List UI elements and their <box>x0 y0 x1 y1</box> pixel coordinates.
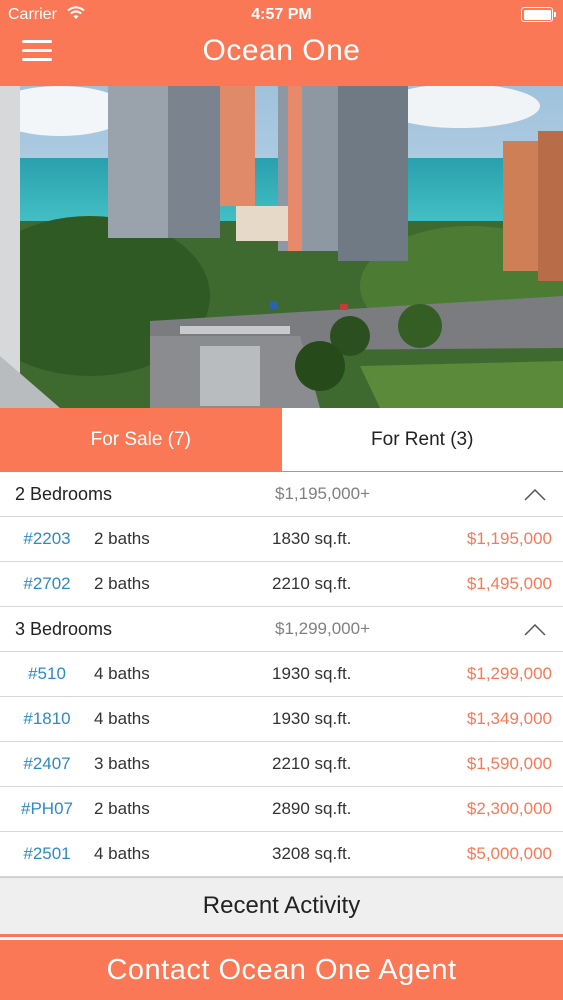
unit-price: $1,590,000 <box>466 754 552 773</box>
unit-baths: 2 baths <box>94 529 150 548</box>
battery-icon <box>521 7 556 22</box>
unit-price: $1,299,000 <box>466 664 552 683</box>
unit-number-link[interactable]: #2501 <box>0 844 94 864</box>
unit-area: 1830 sq.ft. <box>272 529 352 548</box>
unit-number-link[interactable]: #PH07 <box>0 799 94 819</box>
unit-baths: 4 baths <box>94 844 150 863</box>
unit-number-link[interactable]: #2407 <box>0 754 94 774</box>
listing-tabs: For Sale (7) For Rent (3) <box>0 408 563 472</box>
unit-list: 2 Bedrooms $1,195,000+ #2203 2 baths 183… <box>0 472 563 877</box>
building-photo <box>0 86 563 408</box>
status-bar: Carrier 4:57 PM <box>0 0 563 30</box>
chevron-up-icon[interactable] <box>524 624 546 636</box>
table-row[interactable]: #510 4 baths 1930 sq.ft. $1,299,000 <box>0 652 563 697</box>
unit-number-link[interactable]: #510 <box>0 664 94 684</box>
unit-baths: 2 baths <box>94 574 150 593</box>
unit-baths: 4 baths <box>94 709 150 728</box>
group-starting-price: $1,195,000+ <box>275 484 371 503</box>
unit-number-link[interactable]: #2203 <box>0 529 94 549</box>
unit-number-link[interactable]: #1810 <box>0 709 94 729</box>
app-header: Carrier 4:57 PM Ocean One <box>0 0 563 86</box>
unit-number-link[interactable]: #2702 <box>0 574 94 594</box>
tab-for-rent[interactable]: For Rent (3) <box>281 408 563 471</box>
unit-baths: 3 baths <box>94 754 150 773</box>
divider <box>0 934 563 937</box>
unit-baths: 4 baths <box>94 664 150 683</box>
group-header-3-bedrooms[interactable]: 3 Bedrooms $1,299,000+ <box>0 607 563 652</box>
table-row[interactable]: #2702 2 baths 2210 sq.ft. $1,495,000 <box>0 562 563 607</box>
unit-area: 2890 sq.ft. <box>272 799 352 818</box>
unit-area: 2210 sq.ft. <box>272 574 352 593</box>
clock: 4:57 PM <box>251 6 312 23</box>
unit-area: 1930 sq.ft. <box>272 664 352 683</box>
unit-baths: 2 baths <box>94 799 150 818</box>
unit-price: $2,300,000 <box>466 799 552 818</box>
table-row[interactable]: #2407 3 baths 2210 sq.ft. $1,590,000 <box>0 742 563 787</box>
recent-activity-button[interactable]: Recent Activity <box>0 877 563 934</box>
group-header-2-bedrooms[interactable]: 2 Bedrooms $1,195,000+ <box>0 472 563 517</box>
unit-area: 3208 sq.ft. <box>272 844 352 863</box>
tab-for-sale[interactable]: For Sale (7) <box>0 408 282 471</box>
table-row[interactable]: #2203 2 baths 1830 sq.ft. $1,195,000 <box>0 517 563 562</box>
group-title: 3 Bedrooms <box>15 619 113 639</box>
table-row[interactable]: #PH07 2 baths 2890 sq.ft. $2,300,000 <box>0 787 563 832</box>
group-title: 2 Bedrooms <box>15 484 113 504</box>
unit-area: 1930 sq.ft. <box>272 709 352 728</box>
unit-area: 2210 sq.ft. <box>272 754 352 773</box>
table-row[interactable]: #2501 4 baths 3208 sq.ft. $5,000,000 <box>0 832 563 877</box>
unit-price: $5,000,000 <box>466 844 552 863</box>
page-title: Ocean One <box>202 34 361 67</box>
table-row[interactable]: #1810 4 baths 1930 sq.ft. $1,349,000 <box>0 697 563 742</box>
unit-price: $1,195,000 <box>466 529 552 548</box>
group-starting-price: $1,299,000+ <box>275 619 371 638</box>
chevron-up-icon[interactable] <box>524 489 546 501</box>
unit-price: $1,349,000 <box>466 709 552 728</box>
unit-price: $1,495,000 <box>466 574 552 593</box>
contact-agent-button[interactable]: Contact Ocean One Agent <box>0 940 563 1000</box>
